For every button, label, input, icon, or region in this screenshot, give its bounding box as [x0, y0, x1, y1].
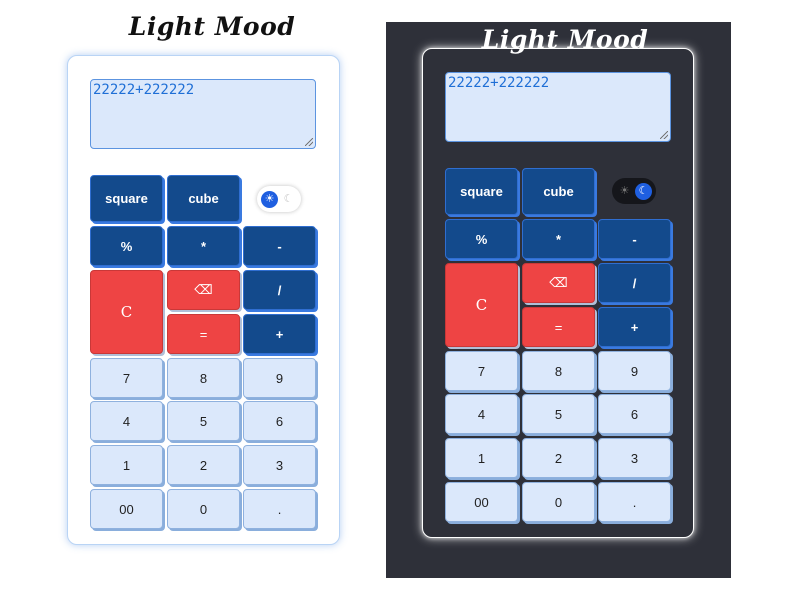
digit-1-button[interactable]: 1 [445, 438, 518, 478]
backspace-button[interactable]: ⌫ [522, 263, 595, 303]
digit-0-button[interactable]: 0 [167, 489, 240, 529]
clear-button[interactable]: C [445, 263, 518, 347]
subtract-button[interactable]: - [598, 219, 671, 259]
digit-2-button[interactable]: 2 [522, 438, 595, 478]
digit-3-button[interactable]: 3 [243, 445, 316, 485]
subtract-button[interactable]: - [243, 226, 316, 266]
moon-icon: ☾ [283, 192, 294, 205]
double-zero-button[interactable]: 00 [90, 489, 163, 529]
backspace-button[interactable]: ⌫ [167, 270, 240, 310]
digit-6-button[interactable]: 6 [598, 394, 671, 434]
cube-button[interactable]: cube [167, 175, 240, 222]
digit-8-button[interactable]: 8 [522, 351, 595, 391]
dark-calculator-title: Light Mood [481, 25, 649, 54]
digit-7-button[interactable]: 7 [90, 358, 163, 398]
light-display-value: 22222+222222 [93, 82, 195, 98]
dark-display-value: 22222+222222 [448, 75, 550, 91]
add-button[interactable]: + [598, 307, 671, 347]
clear-button[interactable]: C [90, 270, 163, 354]
resize-handle-icon[interactable] [305, 138, 313, 146]
square-button[interactable]: square [90, 175, 163, 222]
digit-1-button[interactable]: 1 [90, 445, 163, 485]
resize-handle-icon[interactable] [660, 131, 668, 139]
decimal-button[interactable]: . [598, 482, 671, 522]
divide-button[interactable]: / [598, 263, 671, 303]
sun-icon: ☀ [261, 190, 278, 208]
square-button[interactable]: square [445, 168, 518, 215]
digit-9-button[interactable]: 9 [243, 358, 316, 398]
digit-7-button[interactable]: 7 [445, 351, 518, 391]
cube-button[interactable]: cube [522, 168, 595, 215]
digit-2-button[interactable]: 2 [167, 445, 240, 485]
digit-9-button[interactable]: 9 [598, 351, 671, 391]
equals-button[interactable]: = [522, 307, 595, 347]
digit-8-button[interactable]: 8 [167, 358, 240, 398]
moon-icon: ☾ [635, 182, 652, 200]
decimal-button[interactable]: . [243, 489, 316, 529]
divide-button[interactable]: / [243, 270, 316, 310]
percent-button[interactable]: % [445, 219, 518, 259]
dark-display-textarea[interactable]: 22222+222222 [445, 72, 671, 142]
percent-button[interactable]: % [90, 226, 163, 266]
light-display-textarea[interactable]: 22222+222222 [90, 79, 316, 149]
multiply-button[interactable]: * [522, 219, 595, 259]
digit-5-button[interactable]: 5 [522, 394, 595, 434]
digit-4-button[interactable]: 4 [445, 394, 518, 434]
double-zero-button[interactable]: 00 [445, 482, 518, 522]
digit-3-button[interactable]: 3 [598, 438, 671, 478]
equals-button[interactable]: = [167, 314, 240, 354]
light-theme-toggle[interactable]: ☀ ☾ [257, 186, 301, 212]
digit-0-button[interactable]: 0 [522, 482, 595, 522]
digit-6-button[interactable]: 6 [243, 401, 316, 441]
digit-4-button[interactable]: 4 [90, 401, 163, 441]
light-calculator-title: Light Mood [128, 12, 296, 41]
dark-theme-toggle[interactable]: ☀ ☾ [612, 178, 656, 204]
add-button[interactable]: + [243, 314, 316, 354]
multiply-button[interactable]: * [167, 226, 240, 266]
sun-icon: ☀ [619, 184, 630, 197]
digit-5-button[interactable]: 5 [167, 401, 240, 441]
